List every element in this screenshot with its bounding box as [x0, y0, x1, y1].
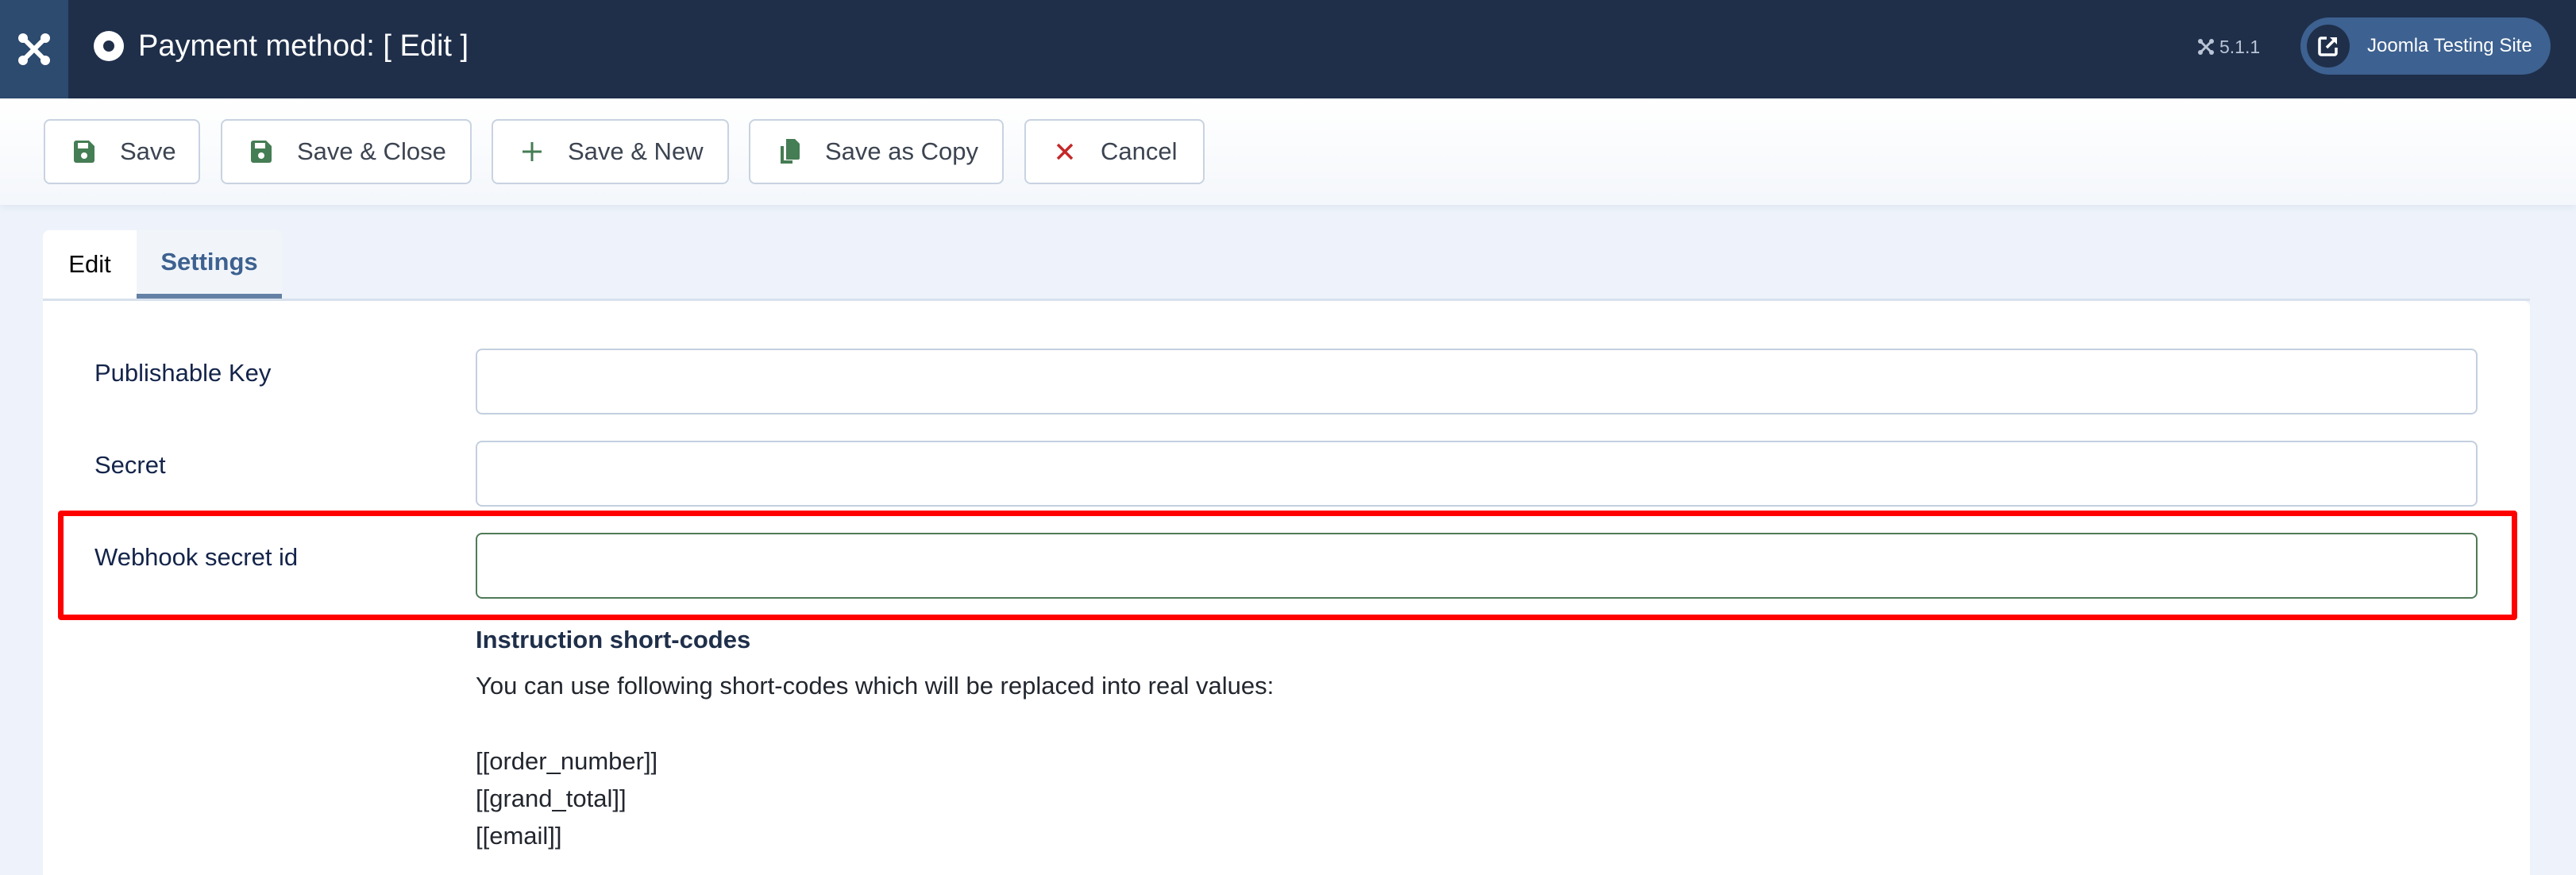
save-button[interactable]: Save — [44, 119, 200, 184]
save-and-close-button[interactable]: Save & Close — [221, 119, 472, 184]
version-text: 5.1.1 — [2219, 37, 2261, 57]
page-title: Payment method: [ Edit ] — [138, 29, 469, 63]
plus-icon — [520, 141, 544, 162]
tab-edit[interactable]: Edit — [43, 230, 137, 299]
close-icon — [1053, 143, 1077, 160]
publishable-key-label: Publishable Key — [94, 359, 272, 387]
save-icon — [249, 141, 273, 163]
save-and-close-label: Save & Close — [297, 137, 446, 165]
tab-settings[interactable]: Settings — [137, 230, 282, 299]
shortcode-item: [[order_number]] — [476, 747, 658, 775]
version-label: 5.1.1 — [2197, 35, 2260, 59]
save-and-new-label: Save & New — [568, 137, 704, 165]
shortcode-item: [[email]] — [476, 822, 562, 850]
copy-icon — [777, 138, 801, 165]
save-and-new-button[interactable]: Save & New — [492, 119, 729, 184]
joomla-small-icon — [2198, 39, 2214, 55]
site-button-label: Joomla Testing Site — [2367, 35, 2532, 56]
joomla-logo-icon — [18, 33, 50, 65]
secret-input[interactable] — [476, 441, 2478, 507]
cancel-button[interactable]: Cancel — [1024, 119, 1205, 184]
save-as-copy-label: Save as Copy — [825, 137, 978, 165]
external-link-icon — [2307, 25, 2350, 67]
header-bar: Payment method: [ Edit ] 5.1.1 Joomla Te… — [0, 0, 2576, 98]
circle-dot-icon — [94, 31, 124, 61]
save-icon — [72, 141, 96, 163]
publishable-key-input[interactable] — [476, 349, 2478, 414]
toolbar: Save Save & Close Save & New Save as Cop… — [0, 98, 2576, 205]
save-as-copy-button[interactable]: Save as Copy — [749, 119, 1004, 184]
instructions-description: You can use following short-codes which … — [476, 672, 1275, 700]
secret-label: Secret — [94, 451, 166, 479]
cancel-label: Cancel — [1101, 137, 1178, 165]
joomla-logo-button[interactable] — [0, 0, 68, 98]
webhook-secret-id-input[interactable] — [476, 533, 2478, 599]
view-site-button[interactable]: Joomla Testing Site — [2300, 17, 2551, 75]
shortcode-item: [[grand_total]] — [476, 784, 627, 812]
tab-list: Edit Settings — [43, 230, 282, 299]
webhook-secret-id-label: Webhook secret id — [94, 543, 299, 571]
instructions-title: Instruction short-codes — [476, 626, 751, 653]
save-label: Save — [120, 137, 176, 165]
